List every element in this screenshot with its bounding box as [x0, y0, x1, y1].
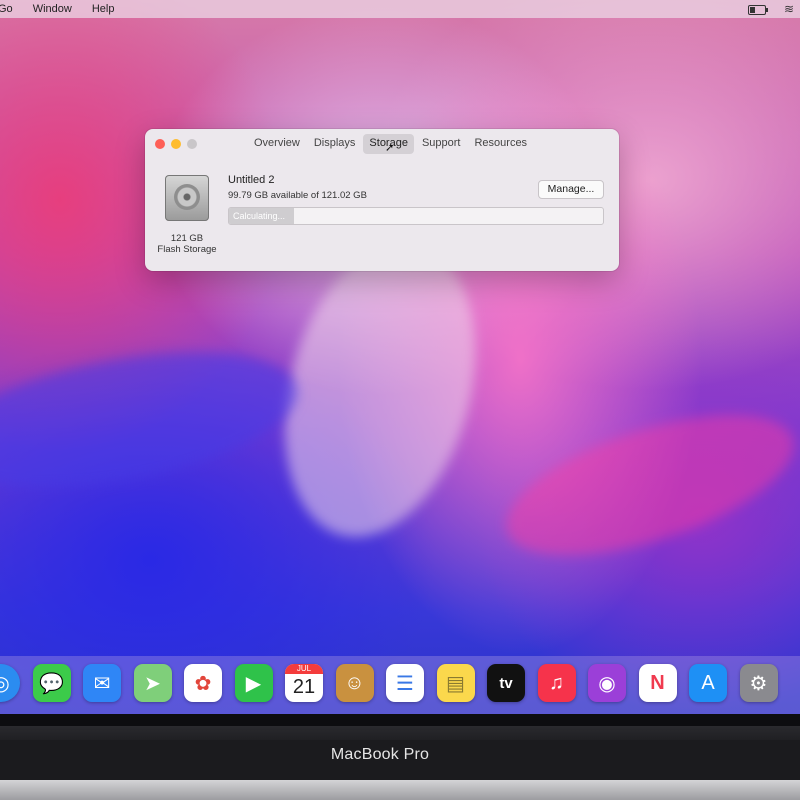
tab-support[interactable]: Support: [416, 134, 467, 154]
system-preferences-icon[interactable]: ⚙: [739, 664, 778, 702]
laptop-base: [0, 780, 800, 800]
model-label: MacBook Pro: [330, 746, 430, 763]
about-this-mac-window: Overview Displays Storage Support Resour…: [145, 129, 619, 271]
storage-usage-bar: Calculating...: [228, 207, 604, 225]
volume-name: Untitled 2: [228, 174, 275, 186]
calendar-day: 21: [292, 676, 316, 698]
notes-icon[interactable]: ▤: [436, 664, 475, 702]
screen-bezel: [0, 714, 800, 726]
menu-bar: Go Window Help ≋: [0, 0, 800, 18]
podcasts-icon[interactable]: ◉: [588, 664, 626, 702]
tab-displays[interactable]: Displays: [308, 134, 362, 154]
app-store-icon[interactable]: A: [689, 664, 727, 702]
storage-usage-fill: Calculating...: [229, 208, 295, 224]
minimize-button[interactable]: [171, 139, 181, 149]
reminders-icon[interactable]: ☰: [386, 664, 424, 702]
wifi-icon[interactable]: ≋: [784, 2, 794, 16]
calendar-month: JUL: [285, 664, 323, 674]
apple-tv-icon[interactable]: tv: [487, 664, 525, 702]
messages-icon[interactable]: 💬: [32, 664, 71, 702]
disk-type: Flash Storage: [157, 244, 217, 255]
menu-go[interactable]: Go: [0, 3, 13, 15]
disk-size: 121 GB: [170, 233, 204, 244]
menu-help[interactable]: Help: [92, 3, 115, 15]
zoom-button[interactable]: [187, 139, 197, 149]
desktop: Go Window Help ≋ Overview Displays Stora…: [0, 0, 800, 720]
menu-window[interactable]: Window: [33, 3, 72, 15]
volume-available: 99.79 GB available of 121.02 GB: [228, 190, 367, 201]
tab-resources[interactable]: Resources: [468, 134, 533, 154]
photos-icon[interactable]: ✿: [184, 664, 222, 702]
close-button[interactable]: [155, 139, 165, 149]
news-icon[interactable]: N: [638, 664, 677, 702]
mouse-cursor-icon: ➚: [385, 142, 395, 154]
facetime-icon[interactable]: ▶: [234, 664, 273, 702]
manage-button[interactable]: Manage...: [538, 180, 604, 199]
calendar-icon[interactable]: JUL 21: [285, 664, 323, 702]
hard-drive-icon: [165, 175, 209, 221]
tab-overview[interactable]: Overview: [248, 134, 306, 154]
music-icon[interactable]: ♫: [537, 664, 576, 702]
maps-icon[interactable]: ➤: [133, 664, 172, 702]
battery-icon[interactable]: [748, 5, 768, 15]
mail-icon[interactable]: ✉: [83, 664, 121, 702]
contacts-icon[interactable]: ☺: [335, 664, 374, 702]
